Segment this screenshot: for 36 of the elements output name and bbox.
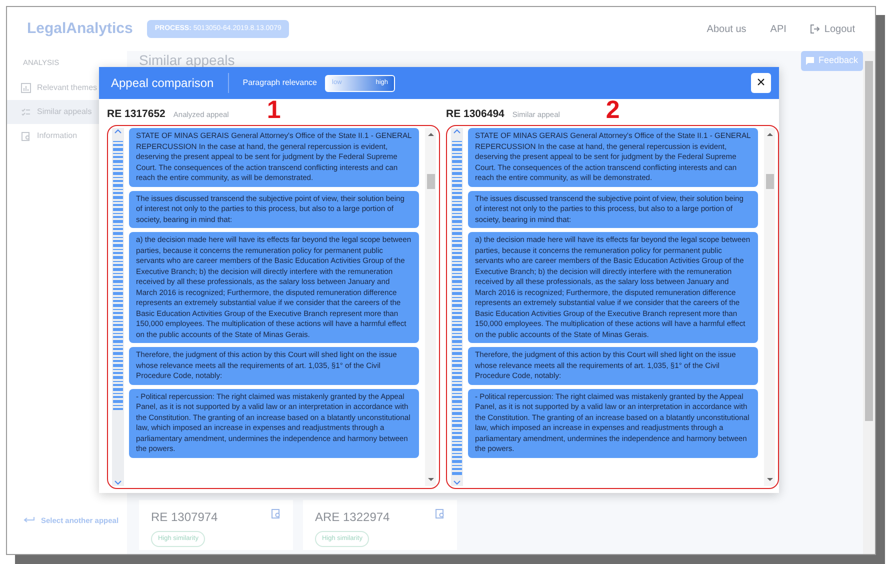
chevron-up-icon[interactable] (453, 128, 461, 134)
clipboard-search-icon[interactable] (271, 508, 281, 519)
scroll-up-icon[interactable] (766, 132, 772, 136)
checklist-icon (21, 107, 31, 118)
clipboard-search-icon (21, 131, 31, 142)
chat-icon (806, 56, 814, 65)
chevron-down-icon[interactable] (453, 480, 461, 486)
scroll-thumb[interactable] (865, 61, 873, 421)
page-title: Similar appeals (139, 53, 235, 68)
annotation-number: 1 (266, 97, 281, 123)
appeal-code: ARE 1322974 (315, 509, 390, 526)
logout-link[interactable]: Logout (810, 22, 855, 36)
dialog-title: Appeal comparison (111, 75, 214, 92)
panel-scrollbar[interactable] (425, 128, 436, 486)
scroll-up-icon[interactable] (428, 132, 434, 136)
scroll-thumb[interactable] (426, 174, 434, 189)
appeal-code: RE 1307974 (151, 509, 218, 526)
nav-link[interactable]: About us (706, 22, 746, 36)
chart-icon (21, 83, 31, 94)
scroll-down-icon[interactable] (428, 478, 434, 482)
clipboard-search-icon[interactable] (435, 508, 445, 519)
appeal-code: RE 1306494 (446, 107, 504, 122)
scroll-thumb[interactable] (766, 174, 774, 189)
annotation-number: 2 (606, 97, 620, 123)
chevron-up-icon[interactable] (114, 128, 122, 134)
legend-label: Paragraph relevance (242, 77, 318, 89)
scroll-down-icon[interactable] (766, 478, 772, 482)
sidebar-item[interactable]: Information (7, 124, 127, 148)
back-arrow-icon (23, 516, 35, 524)
page-scrollbar[interactable] (863, 51, 875, 554)
chevron-down-icon[interactable] (114, 480, 122, 486)
close-button[interactable]: × (751, 73, 771, 93)
app-logo[interactable]: LegalAnalytics (27, 18, 133, 40)
panel-scrollbar[interactable] (764, 128, 775, 486)
nav-link[interactable]: API (770, 22, 786, 36)
logout-icon (810, 24, 820, 34)
